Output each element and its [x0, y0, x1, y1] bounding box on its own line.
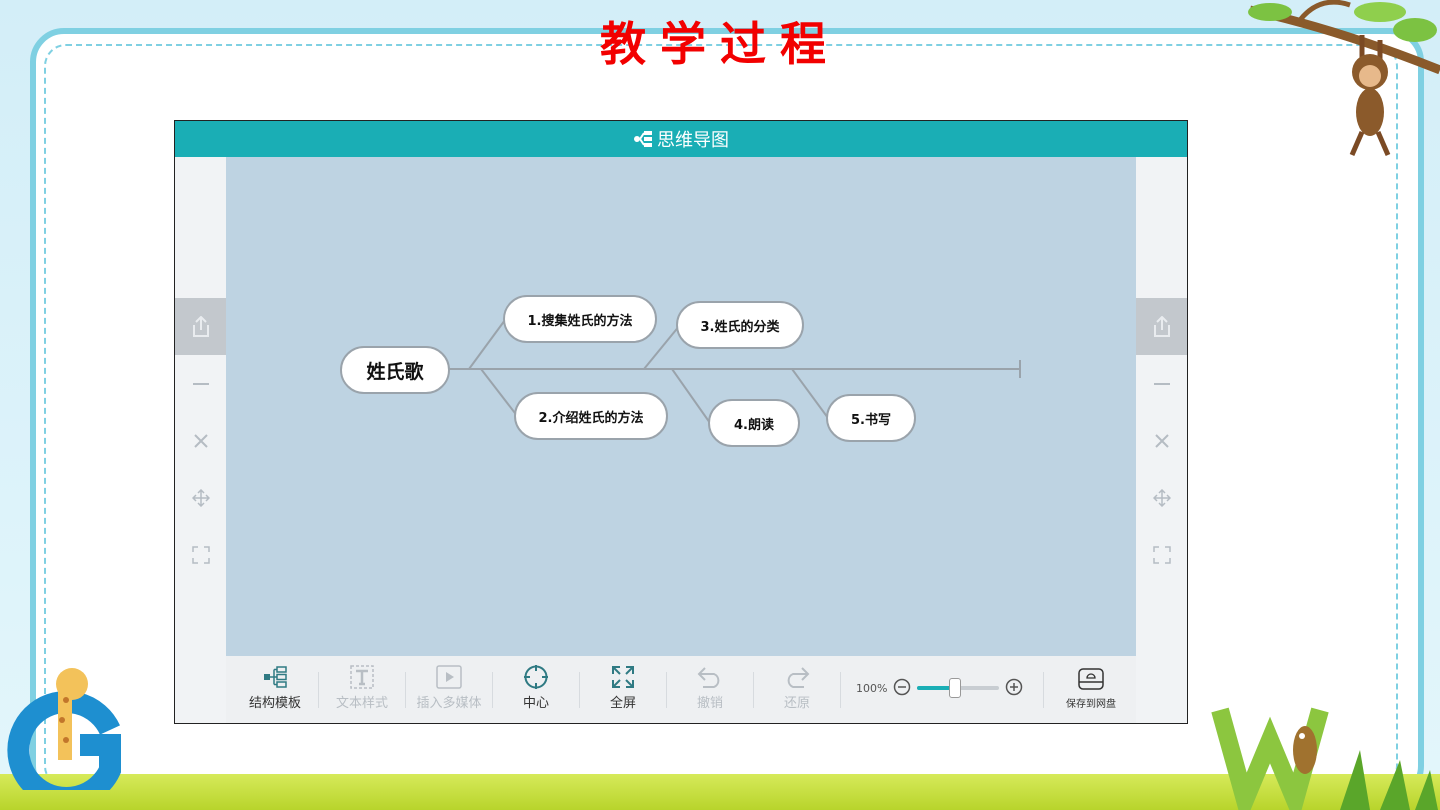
move-icon[interactable] — [1136, 469, 1187, 526]
toolbar-divider — [840, 672, 841, 708]
mindmap-root-node[interactable]: 姓氏歌 — [340, 346, 450, 394]
text-style-button[interactable]: 文本样式 — [319, 662, 405, 718]
giraffe-letter-g-illustration — [7, 668, 121, 790]
fit-icon[interactable] — [1136, 526, 1187, 583]
collapse-icon[interactable] — [175, 355, 226, 412]
delete-icon[interactable] — [1136, 412, 1187, 469]
fit-icon[interactable] — [175, 526, 226, 583]
structure-template-icon — [263, 662, 287, 692]
fullscreen-button[interactable]: 全屏 — [580, 662, 666, 718]
zoom-slider[interactable] — [917, 678, 1000, 698]
mindmap-logo-icon — [633, 130, 653, 148]
save-to-disk-label: 保存到网盘 — [1066, 699, 1116, 710]
play-media-icon — [436, 662, 462, 692]
text-style-icon — [350, 662, 374, 692]
undo-button[interactable]: 撤销 — [667, 662, 753, 718]
move-icon[interactable] — [175, 469, 226, 526]
insert-media-label: 插入多媒体 — [416, 696, 482, 711]
bottom-toolbar: 结构模板 文本样式 插入多媒体 中心 全屏 撤销 还原 100% 保存到网盘 — [226, 656, 1136, 723]
center-label: 中心 — [522, 696, 549, 711]
mindmap-app-window: 思维导图 姓氏歌 1.搜集姓氏的方法 2.介绍姓氏的方法 3.姓氏的分类 4.朗… — [174, 120, 1188, 724]
undo-icon — [697, 662, 723, 692]
mindmap-branch-node[interactable]: 4.朗读 — [708, 399, 800, 447]
fullscreen-icon — [611, 662, 635, 692]
undo-label: 撤销 — [696, 696, 723, 711]
zoom-control: 100% — [856, 670, 1023, 706]
app-title: 思维导图 — [657, 130, 729, 151]
center-button[interactable]: 中心 — [493, 662, 579, 718]
redo-label: 还原 — [783, 696, 810, 711]
mindmap-canvas[interactable]: 姓氏歌 1.搜集姓氏的方法 2.介绍姓氏的方法 3.姓氏的分类 4.朗读 5.书… — [226, 157, 1136, 656]
zoom-out-icon[interactable] — [893, 678, 911, 699]
delete-icon[interactable] — [175, 412, 226, 469]
letter-w-grass-illustration — [1211, 707, 1438, 810]
mindmap-branch-node[interactable]: 3.姓氏的分类 — [676, 301, 804, 349]
mindmap-branch-node[interactable]: 2.介绍姓氏的方法 — [514, 392, 668, 440]
share-icon[interactable] — [1136, 298, 1187, 355]
redo-button[interactable]: 还原 — [754, 662, 840, 718]
save-to-disk-button[interactable]: 保存到网盘 — [1061, 666, 1121, 710]
cloud-disk-icon — [1077, 666, 1105, 695]
toolbar-divider — [1043, 672, 1044, 708]
mindmap-connectors — [449, 319, 1021, 424]
redo-icon — [784, 662, 810, 692]
structure-template-label: 结构模板 — [248, 696, 301, 711]
zoom-level-label: 100% — [856, 681, 888, 695]
insert-media-button[interactable]: 插入多媒体 — [406, 662, 492, 718]
share-icon[interactable] — [175, 298, 226, 355]
mindmap-branch-node[interactable]: 1.搜集姓氏的方法 — [503, 295, 657, 343]
crosshair-icon — [523, 662, 549, 692]
tree-branch-monkey-illustration — [1248, 0, 1440, 156]
app-header: 思维导图 — [175, 121, 1187, 157]
collapse-icon[interactable] — [1136, 355, 1187, 412]
text-style-label: 文本样式 — [335, 696, 388, 711]
mindmap-branch-node[interactable]: 5.书写 — [826, 394, 916, 442]
right-side-panel — [1136, 157, 1187, 723]
zoom-in-icon[interactable] — [1005, 678, 1023, 699]
slide-title: 教学过程 — [600, 17, 840, 71]
structure-template-button[interactable]: 结构模板 — [232, 662, 318, 718]
left-side-panel — [175, 157, 226, 723]
fullscreen-label: 全屏 — [609, 696, 636, 711]
zoom-slider-handle[interactable] — [949, 678, 962, 698]
